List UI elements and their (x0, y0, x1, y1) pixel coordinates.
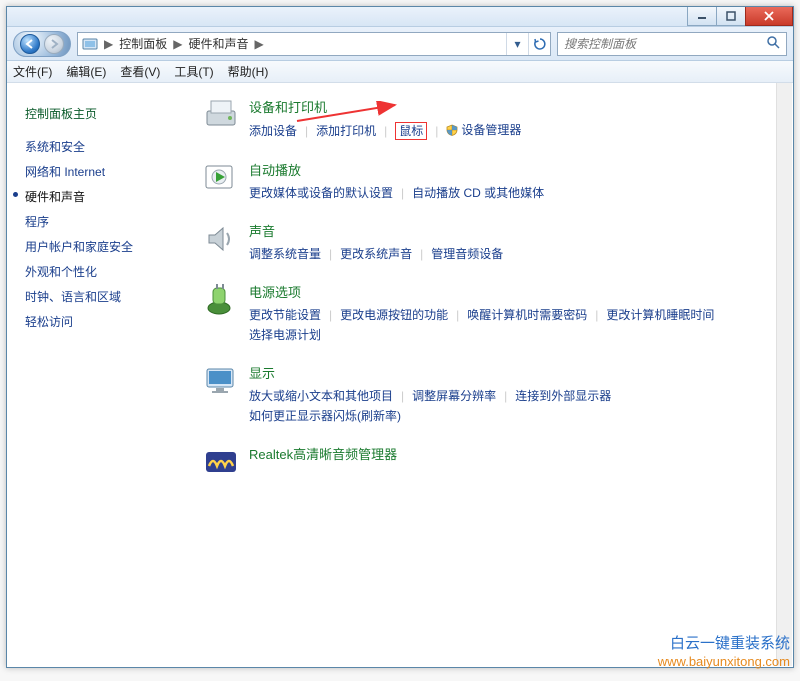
breadcrumb-sep: ▶ (102, 37, 115, 51)
realtek-icon (203, 444, 239, 480)
link-system-sounds[interactable]: 更改系统声音 (340, 244, 412, 264)
category-autoplay: 自动播放 更改媒体或设备的默认设置 | 自动播放 CD 或其他媒体 (203, 160, 773, 203)
link-sleep-time[interactable]: 更改计算机睡眠时间 (606, 305, 714, 325)
category-title[interactable]: Realtek高清晰音频管理器 (249, 444, 773, 463)
sidebar-item-system[interactable]: 系统和安全 (25, 134, 197, 159)
address-bar[interactable]: ▶ 控制面板 ▶ 硬件和声音 ▶ ▾ (77, 32, 551, 56)
search-placeholder: 搜索控制面板 (564, 35, 636, 52)
link-refresh-rate[interactable]: 如何更正显示器闪烁(刷新率) (249, 406, 401, 426)
display-icon (203, 363, 239, 399)
sidebar-heading[interactable]: 控制面板主页 (25, 101, 197, 126)
breadcrumb-root[interactable]: 控制面板 (115, 35, 171, 52)
category-title[interactable]: 自动播放 (249, 160, 773, 179)
content-pane: 设备和打印机 添加设备 | 添加打印机 | 鼠标 | 设备管理器 (197, 83, 793, 667)
breadcrumb-sep: ▶ (253, 37, 266, 51)
autoplay-icon (203, 160, 239, 196)
link-external-display[interactable]: 连接到外部显示器 (515, 386, 611, 406)
category-realtek: Realtek高清晰音频管理器 (203, 444, 773, 480)
sidebar-item-hardware[interactable]: 硬件和声音 (25, 184, 197, 209)
link-audio-devices[interactable]: 管理音频设备 (431, 244, 503, 264)
link-system-volume[interactable]: 调整系统音量 (249, 244, 321, 264)
minimize-button[interactable] (687, 7, 717, 26)
link-change-defaults[interactable]: 更改媒体或设备的默认设置 (249, 183, 393, 203)
menu-bar: 文件(F) 编辑(E) 查看(V) 工具(T) 帮助(H) (7, 61, 793, 83)
sidebar-item-programs[interactable]: 程序 (25, 209, 197, 234)
sidebar-item-ease[interactable]: 轻松访问 (25, 309, 197, 334)
menu-help[interactable]: 帮助(H) (228, 63, 269, 80)
sidebar-item-accounts[interactable]: 用户帐户和家庭安全 (25, 234, 197, 259)
category-sound: 声音 调整系统音量 | 更改系统声音 | 管理音频设备 (203, 221, 773, 264)
menu-file[interactable]: 文件(F) (13, 63, 52, 80)
search-input[interactable]: 搜索控制面板 (557, 32, 787, 56)
category-title[interactable]: 电源选项 (249, 282, 773, 301)
category-display: 显示 放大或缩小文本和其他项目 | 调整屏幕分辨率 | 连接到外部显示器 如何更… (203, 363, 773, 426)
sidebar-item-network[interactable]: 网络和 Internet (25, 159, 197, 184)
back-button[interactable] (20, 34, 40, 54)
sound-icon (203, 221, 239, 257)
watermark-line1: 白云一键重装系统 (658, 635, 790, 653)
category-title[interactable]: 设备和打印机 (249, 97, 773, 116)
breadcrumb-sep: ▶ (171, 37, 184, 51)
maximize-button[interactable] (716, 7, 746, 26)
title-bar (7, 7, 793, 27)
link-power-plan[interactable]: 选择电源计划 (249, 325, 321, 345)
link-mouse[interactable]: 鼠标 (395, 122, 427, 140)
menu-edit[interactable]: 编辑(E) (66, 63, 106, 80)
explorer-window: ▶ 控制面板 ▶ 硬件和声音 ▶ ▾ 搜索控制面板 文件(F) 编辑(E) 查看… (6, 6, 794, 668)
devices-printers-icon (203, 97, 239, 133)
menu-tools[interactable]: 工具(T) (174, 63, 213, 80)
sidebar-item-appearance[interactable]: 外观和个性化 (25, 259, 197, 284)
shield-icon (446, 122, 458, 142)
category-power: 电源选项 更改节能设置 | 更改电源按钮的功能 | 唤醒计算机时需要密码 | 更… (203, 282, 773, 345)
link-power-saver[interactable]: 更改节能设置 (249, 305, 321, 325)
link-autoplay-cd[interactable]: 自动播放 CD 或其他媒体 (412, 183, 544, 203)
control-panel-icon (78, 36, 102, 52)
link-require-password[interactable]: 唤醒计算机时需要密码 (467, 305, 587, 325)
watermark: 白云一键重装系统 www.baiyunxitong.com (658, 635, 790, 671)
menu-view[interactable]: 查看(V) (120, 63, 160, 80)
link-text-size[interactable]: 放大或缩小文本和其他项目 (249, 386, 393, 406)
refresh-button[interactable] (528, 33, 550, 55)
power-icon (203, 282, 239, 318)
watermark-line2: www.baiyunxitong.com (658, 653, 790, 671)
category-title[interactable]: 声音 (249, 221, 773, 240)
window-body: 控制面板主页 系统和安全 网络和 Internet 硬件和声音 程序 用户帐户和… (7, 83, 793, 667)
category-title[interactable]: 显示 (249, 363, 773, 382)
link-power-button[interactable]: 更改电源按钮的功能 (340, 305, 448, 325)
link-resolution[interactable]: 调整屏幕分辨率 (412, 386, 496, 406)
link-device-manager[interactable]: 设备管理器 (446, 120, 521, 142)
search-icon[interactable] (766, 35, 780, 52)
link-add-printer[interactable]: 添加打印机 (316, 121, 376, 141)
address-dropdown[interactable]: ▾ (506, 33, 528, 55)
vertical-scrollbar[interactable] (776, 83, 792, 666)
breadcrumb-current[interactable]: 硬件和声音 (184, 35, 252, 52)
nav-back-forward (13, 31, 71, 57)
sidebar: 控制面板主页 系统和安全 网络和 Internet 硬件和声音 程序 用户帐户和… (7, 83, 197, 667)
forward-button[interactable] (44, 34, 64, 54)
sidebar-item-clock[interactable]: 时钟、语言和区域 (25, 284, 197, 309)
close-button[interactable] (745, 7, 793, 26)
address-bar-row: ▶ 控制面板 ▶ 硬件和声音 ▶ ▾ 搜索控制面板 (7, 27, 793, 61)
link-add-device[interactable]: 添加设备 (249, 121, 297, 141)
category-devices-printers: 设备和打印机 添加设备 | 添加打印机 | 鼠标 | 设备管理器 (203, 97, 773, 142)
